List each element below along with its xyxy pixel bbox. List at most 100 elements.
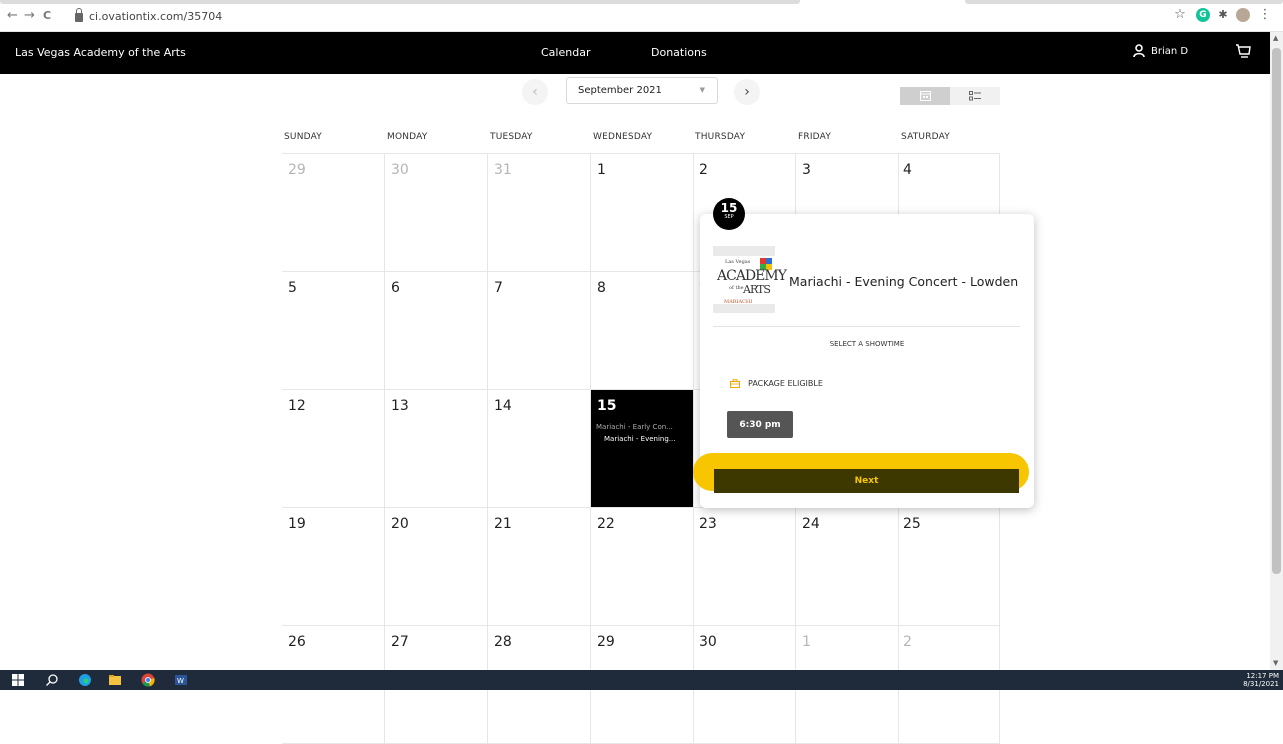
dayname-friday: FRIDAY	[798, 132, 832, 142]
logo-text-ofthe: of the	[729, 285, 744, 291]
day-cell[interactable]: 13	[385, 390, 488, 508]
day-cell[interactable]: 12	[282, 390, 385, 508]
view-toggle	[900, 87, 1000, 105]
calendar-view-button[interactable]	[900, 87, 950, 105]
day-number: 29	[288, 162, 306, 178]
scroll-up-icon[interactable]: ▲	[1273, 34, 1278, 42]
day-cell[interactable]: 14	[488, 390, 591, 508]
calendar-grid-icon	[919, 91, 931, 101]
url-text: ci.ovationtix.com/35704	[89, 9, 223, 23]
day-number: 30	[391, 162, 409, 178]
day-number: 5	[288, 280, 297, 296]
next-month-button[interactable]: ›	[734, 79, 760, 105]
site-header: Las Vegas Academy of the Arts Calendar D…	[0, 32, 1270, 74]
day-number: 12	[288, 398, 306, 414]
day-number: 24	[802, 516, 820, 532]
event-title: Mariachi - Evening Concert - Lowden	[789, 274, 1019, 289]
address-bar[interactable]: ci.ovationtix.com/35704	[75, 6, 222, 26]
package-eligible-label: PACKAGE ELIGIBLE	[748, 379, 823, 388]
day-cell[interactable]: 20	[385, 508, 488, 626]
day-cell[interactable]: 5	[282, 272, 385, 390]
scroll-down-icon[interactable]: ▼	[1273, 659, 1278, 667]
search-icon[interactable]	[45, 673, 59, 687]
menu-icon[interactable]: ⋮	[1258, 8, 1272, 22]
day-number: 3	[802, 162, 811, 178]
day-cell[interactable]: 19	[282, 508, 385, 626]
page-scrollbar[interactable]: ▲ ▼	[1270, 32, 1283, 670]
chevron-down-icon: ▼	[699, 86, 705, 94]
scrollbar-thumb[interactable]	[1272, 48, 1281, 574]
logo-text-mariachi: MARIACHI	[724, 299, 753, 305]
day-number: 30	[699, 634, 717, 650]
dayname-saturday: SATURDAY	[901, 132, 951, 142]
svg-text:W: W	[177, 677, 184, 685]
day-cell[interactable]: 25	[897, 508, 1000, 626]
system-clock[interactable]: 12:17 PM 8/31/2021	[1243, 672, 1279, 688]
cart-icon[interactable]	[1234, 42, 1252, 60]
popup-divider	[713, 326, 1020, 327]
profile-avatar-icon[interactable]	[1236, 8, 1250, 22]
day-cell[interactable]: 24	[796, 508, 899, 626]
chrome-icon[interactable]	[141, 673, 155, 687]
tab-left[interactable]	[0, 0, 800, 4]
event-link-evening[interactable]: Mariachi - Evening...	[596, 435, 688, 443]
tab-right[interactable]	[965, 0, 1283, 4]
dayname-monday: MONDAY	[387, 132, 428, 142]
date-badge: 15 SEP	[713, 198, 745, 230]
day-cell[interactable]: 22	[591, 508, 694, 626]
file-explorer-icon[interactable]	[108, 673, 122, 687]
day-number: 21	[494, 516, 512, 532]
day-number: 2	[903, 634, 912, 650]
logo-panel: Las Vegas ACADEMY of the ARTS MARIACHI	[713, 256, 787, 305]
brand-name[interactable]: Las Vegas Academy of the Arts	[15, 46, 186, 59]
day-cell[interactable]: 29	[282, 154, 385, 272]
nav-donations[interactable]: Donations	[651, 46, 707, 59]
user-account[interactable]: Brian D	[1133, 44, 1188, 58]
prev-month-button[interactable]: ‹	[522, 79, 548, 105]
month-select[interactable]: September 2021 ▼	[566, 77, 718, 104]
user-name: Brian D	[1151, 45, 1189, 57]
day-cell[interactable]: 31	[488, 154, 591, 272]
reload-icon[interactable]: C	[43, 9, 51, 23]
windows-taskbar: W 12:17 PM 8/31/2021	[0, 670, 1283, 690]
day-number: 28	[494, 634, 512, 650]
extensions-puzzle-icon[interactable]: ✱	[1216, 8, 1230, 22]
back-icon[interactable]: ←	[7, 9, 18, 23]
day-cell[interactable]: 7	[488, 272, 591, 390]
windows-start-icon[interactable]	[12, 674, 24, 686]
event-link-early[interactable]: Mariachi - Early Con...	[596, 423, 688, 431]
user-icon	[1133, 44, 1145, 58]
day-number: 13	[391, 398, 409, 414]
logo-text-lasvegas: Las Vegas	[725, 259, 751, 265]
package-icon	[730, 379, 740, 388]
dayname-sunday: SUNDAY	[284, 132, 322, 142]
star-icon[interactable]: ☆	[1173, 8, 1187, 22]
word-icon[interactable]: W	[174, 673, 188, 687]
day-number: 26	[288, 634, 306, 650]
dayname-wednesday: WEDNESDAY	[593, 132, 653, 142]
day-cell[interactable]: 21	[488, 508, 591, 626]
day-cell[interactable]: 8	[591, 272, 694, 390]
day-cell-selected[interactable]: 15 Mariachi - Early Con... Mariachi - Ev…	[591, 390, 694, 508]
day-number: 6	[391, 280, 400, 296]
list-view-button[interactable]	[950, 87, 1000, 105]
nav-calendar[interactable]: Calendar	[541, 46, 590, 59]
next-button[interactable]: Next	[714, 469, 1019, 493]
day-number: 27	[391, 634, 409, 650]
day-cell[interactable]: 1	[591, 154, 694, 272]
date-badge-month: SEP	[724, 214, 734, 220]
day-number: 20	[391, 516, 409, 532]
day-number: 4	[903, 162, 912, 178]
day-cell[interactable]: 6	[385, 272, 488, 390]
month-select-value: September 2021	[578, 85, 662, 96]
grammarly-icon[interactable]: G	[1196, 8, 1210, 22]
edge-browser-icon[interactable]	[78, 673, 92, 687]
forward-icon[interactable]: →	[24, 9, 35, 23]
select-showtime-label: SELECT A SHOWTIME	[829, 340, 905, 348]
showtime-button[interactable]: 6:30 pm	[727, 411, 793, 438]
day-number: 7	[494, 280, 503, 296]
day-cell[interactable]: 30	[385, 154, 488, 272]
date-badge-day: 15	[720, 201, 738, 215]
event-logo: Las Vegas ACADEMY of the ARTS MARIACHI	[713, 246, 787, 313]
day-cell[interactable]: 23	[693, 508, 796, 626]
